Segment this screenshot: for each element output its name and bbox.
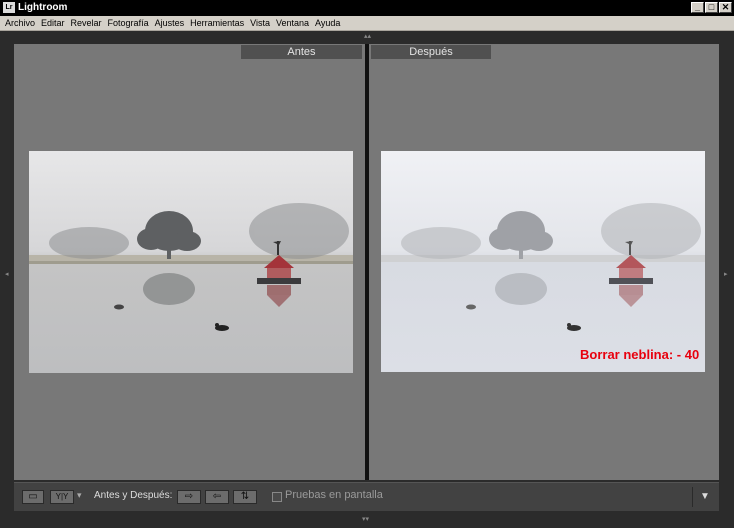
close-button[interactable]: ✕ — [719, 2, 732, 13]
left-panel-toggle-icon[interactable]: ◂ — [5, 271, 9, 278]
soft-proofing-label[interactable]: Pruebas en pantalla — [285, 489, 383, 501]
menu-bar: Archivo Editar Revelar Fotografía Ajuste… — [0, 16, 734, 31]
after-pane: Después Borrar neblina: - 40 — [369, 44, 719, 480]
right-panel-toggle-icon[interactable]: ▸ — [724, 271, 728, 278]
menu-vista[interactable]: Vista — [250, 18, 270, 28]
swap-icon: ⇅ — [240, 491, 250, 502]
before-after-icon: Y|Y — [55, 492, 69, 501]
loupe-icon: ▭ — [28, 491, 38, 502]
menu-ventana[interactable]: Ventana — [276, 18, 309, 28]
before-pane: Antes — [14, 44, 365, 480]
window-title: Lightroom — [18, 2, 68, 13]
maximize-button[interactable]: □ — [705, 2, 718, 13]
minimize-button[interactable]: _ — [691, 2, 704, 13]
arrow-right-icon: ⇨ — [184, 491, 194, 502]
lightroom-app-icon: Lr — [3, 2, 15, 13]
menu-ayuda[interactable]: Ayuda — [315, 18, 340, 28]
before-after-label: Antes y Después: — [94, 490, 173, 501]
top-panel-toggle-icon[interactable]: ▴▴ — [364, 33, 371, 40]
after-photo: Borrar neblina: - 40 — [381, 151, 705, 372]
menu-fotografia[interactable]: Fotografía — [108, 18, 149, 28]
menu-editar[interactable]: Editar — [41, 18, 65, 28]
copy-before-to-after-button[interactable]: ⇨ — [177, 490, 201, 504]
title-bar: Lr Lightroom _ □ ✕ — [0, 0, 734, 16]
copy-after-to-before-button[interactable]: ⇦ — [205, 490, 229, 504]
dehaze-annotation: Borrar neblina: - 40 — [580, 347, 700, 362]
before-label: Antes — [241, 45, 362, 59]
toolbar: ▭ Y|Y ▾ Antes y Después: ⇨ ⇦ ⇅ Pruebas e… — [14, 482, 719, 511]
arrow-left-icon: ⇦ — [212, 491, 222, 502]
toolbar-content-menu-icon[interactable]: ▼ — [698, 490, 712, 504]
before-after-view-button[interactable]: Y|Y — [50, 490, 74, 504]
swap-before-after-button[interactable]: ⇅ — [233, 490, 257, 504]
before-photo — [29, 151, 353, 373]
toolbar-separator — [692, 487, 693, 507]
filmstrip-toggle-icon[interactable]: ▾▾ — [362, 515, 369, 523]
menu-ajustes[interactable]: Ajustes — [155, 18, 185, 28]
menu-herramientas[interactable]: Herramientas — [190, 18, 244, 28]
after-label: Después — [371, 45, 491, 59]
loupe-view-button[interactable]: ▭ — [22, 490, 44, 504]
menu-archivo[interactable]: Archivo — [5, 18, 35, 28]
view-mode-dropdown-icon[interactable]: ▾ — [77, 490, 82, 501]
develop-workspace: ▴▴ ◂ ▸ Antes Después Borrar neblina: - 4… — [0, 31, 734, 528]
soft-proofing-checkbox[interactable] — [272, 492, 282, 502]
menu-revelar[interactable]: Revelar — [71, 18, 102, 28]
